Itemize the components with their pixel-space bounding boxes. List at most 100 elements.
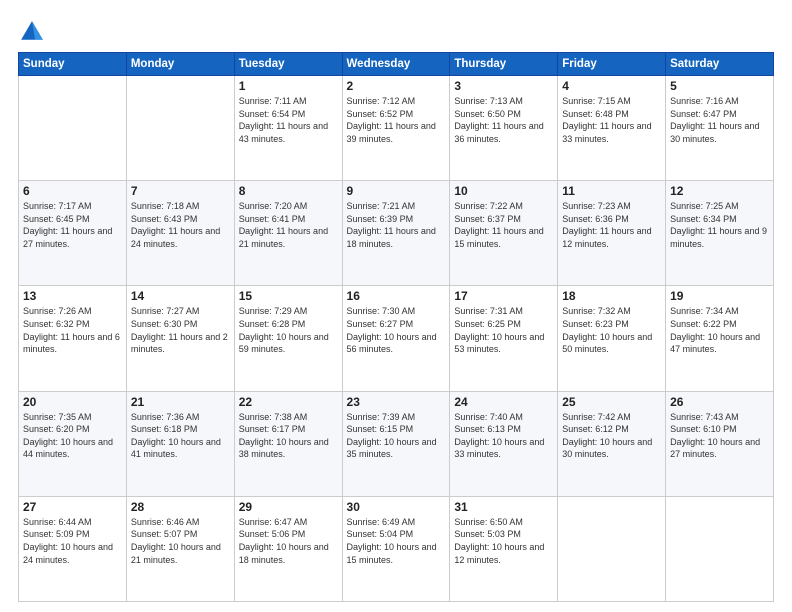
page: SundayMondayTuesdayWednesdayThursdayFrid…	[0, 0, 792, 612]
week-row-3: 13 Sunrise: 7:26 AMSunset: 6:32 PMDayligh…	[19, 286, 774, 391]
col-header-friday: Friday	[558, 53, 666, 76]
col-header-thursday: Thursday	[450, 53, 558, 76]
day-cell: 22 Sunrise: 7:38 AMSunset: 6:17 PMDayligh…	[234, 391, 342, 496]
day-cell: 1 Sunrise: 7:11 AMSunset: 6:54 PMDaylight…	[234, 76, 342, 181]
day-number: 10	[454, 184, 553, 198]
day-cell: 28 Sunrise: 6:46 AMSunset: 5:07 PMDayligh…	[126, 496, 234, 601]
day-cell: 24 Sunrise: 7:40 AMSunset: 6:13 PMDayligh…	[450, 391, 558, 496]
day-cell: 29Sunrise: 6:47 AMSunset: 5:06 PMDayligh…	[234, 496, 342, 601]
day-detail: Sunrise: 7:31 AMSunset: 6:25 PMDaylight:…	[454, 305, 553, 355]
day-cell	[558, 496, 666, 601]
day-detail: Sunrise: 6:49 AMSunset: 5:04 PMDaylight:…	[347, 516, 446, 566]
day-number: 8	[239, 184, 338, 198]
logo-icon	[18, 18, 46, 46]
day-cell: 15 Sunrise: 7:29 AMSunset: 6:28 PMDayligh…	[234, 286, 342, 391]
day-number: 19	[670, 289, 769, 303]
day-cell: 10 Sunrise: 7:22 AMSunset: 6:37 PMDayligh…	[450, 181, 558, 286]
week-row-5: 27Sunrise: 6:44 AMSunset: 5:09 PMDayligh…	[19, 496, 774, 601]
calendar-table: SundayMondayTuesdayWednesdayThursdayFrid…	[18, 52, 774, 602]
day-detail: Sunrise: 7:35 AMSunset: 6:20 PMDaylight:…	[23, 411, 122, 461]
day-cell: 18 Sunrise: 7:32 AMSunset: 6:23 PMDayligh…	[558, 286, 666, 391]
day-cell: 25Sunrise: 7:42 AMSunset: 6:12 PMDayligh…	[558, 391, 666, 496]
day-number: 20	[23, 395, 122, 409]
day-number: 31	[454, 500, 553, 514]
day-detail: Sunrise: 7:38 AMSunset: 6:17 PMDaylight:…	[239, 411, 338, 461]
col-header-wednesday: Wednesday	[342, 53, 450, 76]
day-number: 4	[562, 79, 661, 93]
day-number: 30	[347, 500, 446, 514]
day-detail: Sunrise: 6:44 AMSunset: 5:09 PMDaylight:…	[23, 516, 122, 566]
day-cell: 5Sunrise: 7:16 AMSunset: 6:47 PMDaylight…	[666, 76, 774, 181]
day-cell: 6 Sunrise: 7:17 AMSunset: 6:45 PMDaylight…	[19, 181, 127, 286]
day-cell: 8 Sunrise: 7:20 AMSunset: 6:41 PMDaylight…	[234, 181, 342, 286]
day-number: 9	[347, 184, 446, 198]
day-number: 23	[347, 395, 446, 409]
day-number: 16	[347, 289, 446, 303]
week-row-2: 6 Sunrise: 7:17 AMSunset: 6:45 PMDaylight…	[19, 181, 774, 286]
day-number: 15	[239, 289, 338, 303]
day-cell	[126, 76, 234, 181]
day-detail: Sunrise: 7:18 AMSunset: 6:43 PMDaylight:…	[131, 200, 230, 250]
day-number: 3	[454, 79, 553, 93]
day-number: 1	[239, 79, 338, 93]
calendar-header-row: SundayMondayTuesdayWednesdayThursdayFrid…	[19, 53, 774, 76]
day-detail: Sunrise: 7:25 AMSunset: 6:34 PMDaylight:…	[670, 200, 769, 250]
day-number: 28	[131, 500, 230, 514]
day-cell: 3Sunrise: 7:13 AMSunset: 6:50 PMDaylight…	[450, 76, 558, 181]
day-cell: 20 Sunrise: 7:35 AMSunset: 6:20 PMDayligh…	[19, 391, 127, 496]
day-cell	[666, 496, 774, 601]
day-cell: 27Sunrise: 6:44 AMSunset: 5:09 PMDayligh…	[19, 496, 127, 601]
day-cell: 30 Sunrise: 6:49 AMSunset: 5:04 PMDayligh…	[342, 496, 450, 601]
day-cell: 31Sunrise: 6:50 AMSunset: 5:03 PMDayligh…	[450, 496, 558, 601]
day-detail: Sunrise: 7:43 AMSunset: 6:10 PMDaylight:…	[670, 411, 769, 461]
day-detail: Sunrise: 7:23 AMSunset: 6:36 PMDaylight:…	[562, 200, 661, 250]
logo	[18, 18, 50, 46]
day-cell: 4 Sunrise: 7:15 AMSunset: 6:48 PMDaylight…	[558, 76, 666, 181]
day-detail: Sunrise: 7:16 AMSunset: 6:47 PMDaylight:…	[670, 95, 769, 145]
day-number: 26	[670, 395, 769, 409]
day-cell: 7 Sunrise: 7:18 AMSunset: 6:43 PMDaylight…	[126, 181, 234, 286]
day-cell: 17Sunrise: 7:31 AMSunset: 6:25 PMDayligh…	[450, 286, 558, 391]
day-detail: Sunrise: 7:34 AMSunset: 6:22 PMDaylight:…	[670, 305, 769, 355]
day-number: 13	[23, 289, 122, 303]
col-header-monday: Monday	[126, 53, 234, 76]
header	[18, 18, 774, 46]
day-cell: 21Sunrise: 7:36 AMSunset: 6:18 PMDayligh…	[126, 391, 234, 496]
day-cell: 14 Sunrise: 7:27 AMSunset: 6:30 PMDayligh…	[126, 286, 234, 391]
day-cell: 16Sunrise: 7:30 AMSunset: 6:27 PMDayligh…	[342, 286, 450, 391]
week-row-1: 1 Sunrise: 7:11 AMSunset: 6:54 PMDaylight…	[19, 76, 774, 181]
day-detail: Sunrise: 7:11 AMSunset: 6:54 PMDaylight:…	[239, 95, 338, 145]
day-cell: 26 Sunrise: 7:43 AMSunset: 6:10 PMDayligh…	[666, 391, 774, 496]
day-number: 21	[131, 395, 230, 409]
day-detail: Sunrise: 7:21 AMSunset: 6:39 PMDaylight:…	[347, 200, 446, 250]
day-number: 22	[239, 395, 338, 409]
day-number: 2	[347, 79, 446, 93]
day-number: 14	[131, 289, 230, 303]
day-cell: 23Sunrise: 7:39 AMSunset: 6:15 PMDayligh…	[342, 391, 450, 496]
day-cell: 11Sunrise: 7:23 AMSunset: 6:36 PMDayligh…	[558, 181, 666, 286]
day-cell: 13 Sunrise: 7:26 AMSunset: 6:32 PMDayligh…	[19, 286, 127, 391]
day-cell: 19 Sunrise: 7:34 AMSunset: 6:22 PMDayligh…	[666, 286, 774, 391]
day-detail: Sunrise: 7:26 AMSunset: 6:32 PMDaylight:…	[23, 305, 122, 355]
day-detail: Sunrise: 7:32 AMSunset: 6:23 PMDaylight:…	[562, 305, 661, 355]
day-detail: Sunrise: 7:40 AMSunset: 6:13 PMDaylight:…	[454, 411, 553, 461]
day-detail: Sunrise: 6:47 AMSunset: 5:06 PMDaylight:…	[239, 516, 338, 566]
day-number: 12	[670, 184, 769, 198]
col-header-sunday: Sunday	[19, 53, 127, 76]
day-detail: Sunrise: 6:46 AMSunset: 5:07 PMDaylight:…	[131, 516, 230, 566]
day-detail: Sunrise: 7:15 AMSunset: 6:48 PMDaylight:…	[562, 95, 661, 145]
day-cell: 2 Sunrise: 7:12 AMSunset: 6:52 PMDaylight…	[342, 76, 450, 181]
day-number: 7	[131, 184, 230, 198]
day-number: 24	[454, 395, 553, 409]
day-detail: Sunrise: 7:22 AMSunset: 6:37 PMDaylight:…	[454, 200, 553, 250]
col-header-saturday: Saturday	[666, 53, 774, 76]
day-number: 18	[562, 289, 661, 303]
day-detail: Sunrise: 7:17 AMSunset: 6:45 PMDaylight:…	[23, 200, 122, 250]
day-cell: 12 Sunrise: 7:25 AMSunset: 6:34 PMDayligh…	[666, 181, 774, 286]
day-detail: Sunrise: 7:29 AMSunset: 6:28 PMDaylight:…	[239, 305, 338, 355]
day-detail: Sunrise: 7:27 AMSunset: 6:30 PMDaylight:…	[131, 305, 230, 355]
day-detail: Sunrise: 7:12 AMSunset: 6:52 PMDaylight:…	[347, 95, 446, 145]
day-number: 6	[23, 184, 122, 198]
week-row-4: 20 Sunrise: 7:35 AMSunset: 6:20 PMDayligh…	[19, 391, 774, 496]
day-detail: Sunrise: 7:20 AMSunset: 6:41 PMDaylight:…	[239, 200, 338, 250]
